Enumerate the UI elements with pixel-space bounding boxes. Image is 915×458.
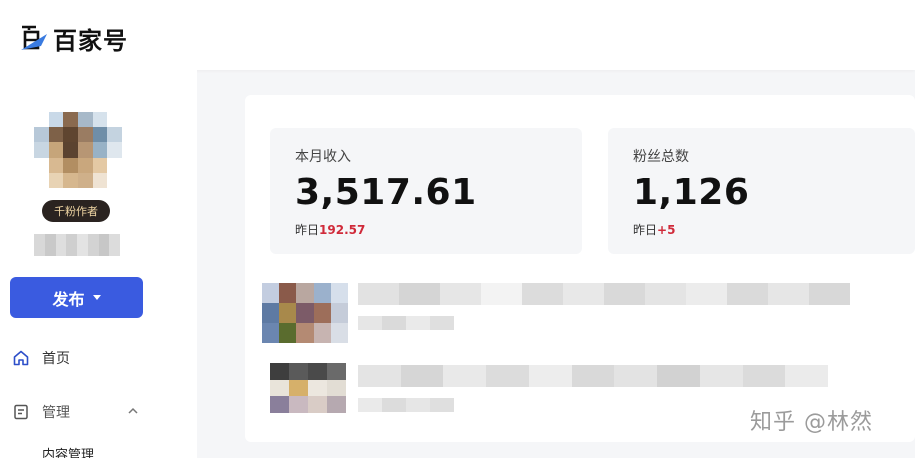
username-blurred: [34, 234, 120, 256]
app-header: 百家号: [0, 0, 915, 70]
stat-label: 粉丝总数: [633, 149, 689, 165]
avatar[interactable]: [34, 112, 122, 188]
content-title-blurred[interactable]: [358, 283, 850, 305]
stat-card-fans[interactable]: 粉丝总数 1,126 昨日+5: [608, 128, 915, 254]
caret-down-icon: [92, 295, 101, 300]
watermark: 知乎 @林然: [750, 410, 873, 435]
content-title-blurred[interactable]: [358, 365, 829, 387]
stat-card-income[interactable]: 本月收入 3,517.61 昨日192.57: [270, 128, 582, 254]
sidebar-item-content-manage[interactable]: 内容管理: [42, 444, 94, 458]
logo-text: 百家号: [53, 26, 128, 55]
sidebar-item-label: 首页: [42, 351, 70, 367]
document-icon: [12, 403, 30, 421]
publish-label: 发布: [52, 289, 85, 309]
baijiahao-logo[interactable]: 百家号: [19, 22, 128, 55]
stat-label: 本月收入: [295, 149, 351, 165]
stat-value: 3,517.61: [295, 172, 477, 213]
logo-mark-icon: [19, 22, 51, 54]
chevron-up-icon[interactable]: [126, 404, 140, 418]
stat-sub: 昨日+5: [633, 223, 676, 237]
author-level-badge: 千粉作者: [42, 200, 110, 222]
stat-value: 1,126: [633, 172, 750, 213]
content-meta-blurred: [358, 316, 454, 330]
content-thumbnail[interactable]: [270, 363, 346, 413]
sidebar-item-manage[interactable]: 管理: [12, 402, 70, 422]
sidebar-item-label: 管理: [42, 405, 70, 421]
stat-sub: 昨日192.57: [295, 223, 366, 237]
sidebar-item-home[interactable]: 首页: [12, 348, 70, 368]
content-thumbnail[interactable]: [262, 283, 348, 343]
content-meta-blurred: [358, 398, 454, 412]
home-icon: [12, 349, 30, 367]
publish-button[interactable]: 发布: [10, 277, 143, 318]
